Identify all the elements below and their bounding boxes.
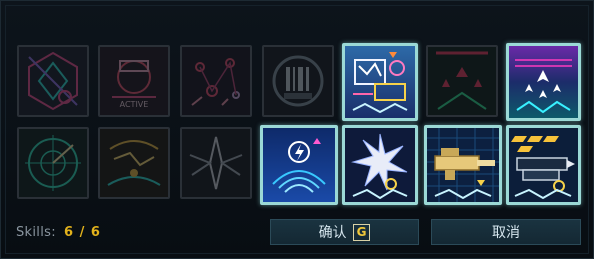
skill-slot-cyber-rift[interactable] — [98, 127, 170, 199]
active-module-icon: ACTIVE — [100, 47, 168, 115]
missile-launcher-icon — [509, 128, 578, 202]
confirm-hotkey: G — [352, 223, 371, 241]
skill-slot-triangle-fleet[interactable] — [426, 45, 498, 117]
winged-blade-icon — [182, 129, 250, 197]
skill-slot-radar-compass[interactable] — [17, 127, 89, 199]
svg-text:ACTIVE: ACTIVE — [120, 100, 149, 109]
scatter-network-icon — [182, 47, 250, 115]
cancel-label: 取消 — [492, 225, 520, 241]
skills-label: Skills: — [16, 225, 56, 240]
heavy-cannon-icon — [427, 128, 499, 202]
skills-count: 6 / 6 — [64, 225, 101, 240]
radar-compass-icon — [19, 129, 87, 197]
confirm-button[interactable]: 确认 G — [270, 219, 419, 245]
starship-squadron-icon — [509, 46, 578, 118]
star-burst-icon — [345, 128, 415, 202]
bar-code-ring-icon — [264, 47, 332, 115]
skills-panel: ACTIVE Skills: 6 / 6 确认 G 取消 — [0, 0, 594, 259]
skill-slot-winged-blade[interactable] — [180, 127, 252, 199]
glyph-board-icon — [345, 46, 415, 118]
skill-slot-bar-code-ring[interactable] — [262, 45, 334, 117]
hex-shuriken-icon — [19, 47, 87, 115]
skill-slot-active-module[interactable]: ACTIVE — [98, 45, 170, 117]
skill-slot-glyph-board[interactable] — [342, 43, 418, 121]
skill-slot-starship-squadron[interactable] — [506, 43, 581, 121]
skill-slot-scatter-network[interactable] — [180, 45, 252, 117]
confirm-label: 确认 — [318, 225, 347, 241]
triangle-fleet-icon — [428, 47, 496, 115]
cyber-rift-icon — [100, 129, 168, 197]
skill-slot-star-burst[interactable] — [342, 125, 418, 205]
cancel-button[interactable]: 取消 — [431, 219, 581, 245]
skill-slot-missile-launcher[interactable] — [506, 125, 581, 205]
skill-slot-heavy-cannon[interactable] — [424, 125, 502, 205]
skill-slot-lightning-shield[interactable] — [260, 125, 338, 205]
skill-slot-hex-shuriken[interactable] — [17, 45, 89, 117]
lightning-shield-icon — [263, 128, 335, 202]
